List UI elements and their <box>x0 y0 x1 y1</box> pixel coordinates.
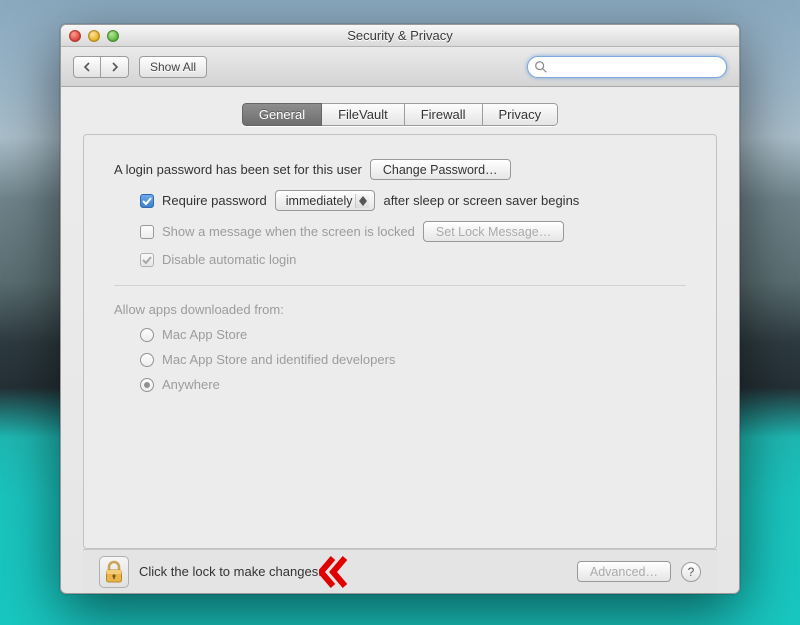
preferences-window: Security & Privacy Show All General File… <box>60 24 740 594</box>
allow-option-1-label: Mac App Store and identified developers <box>162 352 395 367</box>
chevron-right-icon <box>110 62 120 72</box>
login-password-row: A login password has been set for this u… <box>114 159 686 180</box>
allow-option-0-radio[interactable] <box>140 328 154 342</box>
tab-firewall[interactable]: Firewall <box>405 103 483 126</box>
disable-autologin-label: Disable automatic login <box>162 252 296 267</box>
disable-autologin-row: Disable automatic login <box>114 252 686 267</box>
tab-filevault[interactable]: FileVault <box>322 103 405 126</box>
allow-option-2-label: Anywhere <box>162 377 220 392</box>
allow-option-0-row: Mac App Store <box>114 327 686 342</box>
require-password-suffix: after sleep or screen saver begins <box>383 193 579 208</box>
tab-privacy[interactable]: Privacy <box>483 103 559 126</box>
show-all-button[interactable]: Show All <box>139 56 207 78</box>
search-input[interactable] <box>527 56 727 78</box>
allow-option-1-radio[interactable] <box>140 353 154 367</box>
tab-bar: General FileVault Firewall Privacy <box>242 103 558 126</box>
double-chevron-left-icon <box>319 556 349 588</box>
footer: Click the lock to make changes. Advanced… <box>83 549 717 593</box>
search-icon <box>534 60 548 74</box>
set-lock-message-button[interactable]: Set Lock Message… <box>423 221 564 242</box>
lock-hint-text: Click the lock to make changes. <box>139 564 322 579</box>
checkmark-icon <box>142 255 152 265</box>
help-button[interactable]: ? <box>681 562 701 582</box>
toolbar: Show All <box>61 47 739 87</box>
show-message-row: Show a message when the screen is locked… <box>114 221 686 242</box>
titlebar: Security & Privacy <box>61 25 739 47</box>
allow-option-2-row: Anywhere <box>114 377 686 392</box>
window-title: Security & Privacy <box>61 28 739 43</box>
allow-apps-title: Allow apps downloaded from: <box>114 302 686 317</box>
advanced-button[interactable]: Advanced… <box>577 561 671 582</box>
back-button[interactable] <box>73 56 101 78</box>
lock-button[interactable] <box>99 556 129 588</box>
general-panel: A login password has been set for this u… <box>83 134 717 549</box>
login-password-text: A login password has been set for this u… <box>114 162 362 177</box>
require-password-row: Require password immediately after sleep… <box>114 190 686 211</box>
require-password-delay-value: immediately <box>286 194 353 208</box>
change-password-button[interactable]: Change Password… <box>370 159 511 180</box>
allow-option-1-row: Mac App Store and identified developers <box>114 352 686 367</box>
lock-icon <box>104 560 124 584</box>
nav-back-forward <box>73 56 129 78</box>
tab-general[interactable]: General <box>242 103 322 126</box>
show-message-label: Show a message when the screen is locked <box>162 224 415 239</box>
stepper-icon <box>355 194 369 208</box>
require-password-checkbox[interactable] <box>140 194 154 208</box>
disable-autologin-checkbox[interactable] <box>140 253 154 267</box>
separator <box>114 285 686 286</box>
allow-option-0-label: Mac App Store <box>162 327 247 342</box>
checkmark-icon <box>142 196 152 206</box>
search-field-wrap <box>527 56 727 78</box>
annotation-arrow <box>319 556 349 591</box>
allow-option-2-radio[interactable] <box>140 378 154 392</box>
require-password-delay-select[interactable]: immediately <box>275 190 376 211</box>
window-body: General FileVault Firewall Privacy A log… <box>61 87 739 593</box>
chevron-left-icon <box>82 62 92 72</box>
show-message-checkbox[interactable] <box>140 225 154 239</box>
require-password-label: Require password <box>162 193 267 208</box>
forward-button[interactable] <box>101 56 129 78</box>
